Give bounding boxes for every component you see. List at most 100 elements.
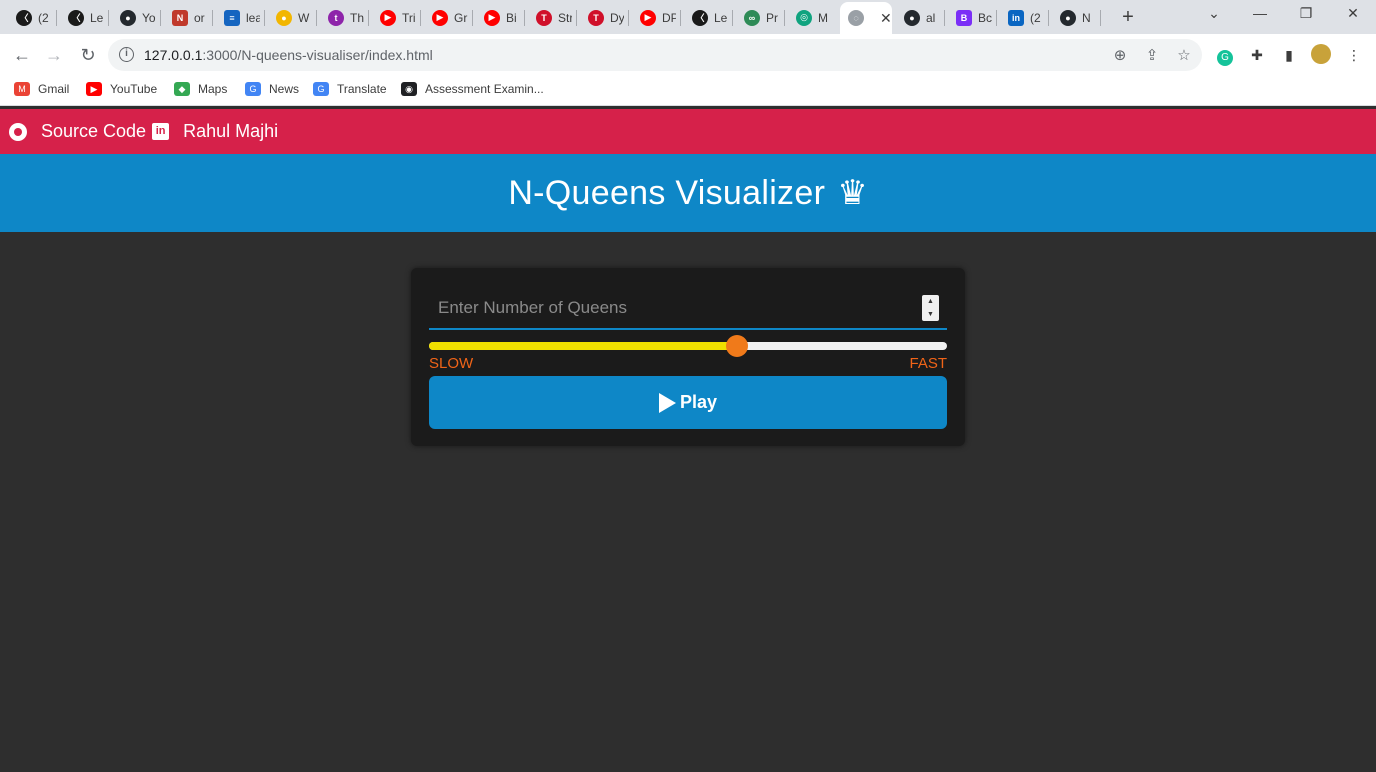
tab-separator: [944, 10, 945, 26]
tab-favicon-icon: ●: [276, 9, 292, 26]
speed-slider-fill: [429, 342, 738, 350]
browser-tab[interactable]: ∞ Pr: [736, 4, 780, 31]
tab-title: (2: [38, 10, 49, 25]
browser-toolbar: ← → ↻ i 127.0.0.1:3000/N-queens-visualis…: [0, 34, 1376, 76]
browser-tab[interactable]: ● W: [268, 4, 312, 31]
tab-separator: [108, 10, 109, 26]
browser-tab[interactable]: ▶ Tri: [372, 4, 416, 31]
browser-tab[interactable]: ◌ ✕: [840, 2, 892, 34]
bookmark-label: Assessment Examin...: [425, 82, 544, 96]
browser-tab[interactable]: Nor: [164, 4, 208, 31]
tab-title: DP: [662, 10, 676, 25]
tab-title: M: [818, 10, 828, 25]
bookmark-icon: G: [245, 82, 261, 96]
browser-tab[interactable]: ▶ DP: [632, 4, 676, 31]
tab-favicon-icon: T: [536, 9, 552, 26]
new-tab-button[interactable]: +: [1117, 6, 1139, 29]
profile-avatar[interactable]: [1310, 44, 1332, 66]
source-code-label: Source Code: [41, 121, 147, 141]
bookmark-item[interactable]: M Gmail: [14, 82, 69, 96]
tab-separator: [784, 10, 785, 26]
tab-title: Dy: [610, 10, 624, 25]
side-panel-icon[interactable]: ▮: [1278, 44, 1300, 66]
close-tab-icon[interactable]: ✕: [880, 10, 892, 27]
crown-icon: ♛: [837, 174, 868, 212]
browser-tab[interactable]: ● N: [1052, 4, 1096, 31]
source-code-link[interactable]: Source Code: [0, 121, 146, 142]
site-info-icon[interactable]: i: [119, 47, 134, 62]
browser-tab[interactable]: ◎ M: [788, 4, 832, 31]
zoom-icon[interactable]: ⊕: [1109, 45, 1131, 67]
share-icon[interactable]: ⇪: [1141, 45, 1163, 67]
browser-tab[interactable]: ● Yo: [112, 4, 156, 31]
browser-tab[interactable]: ● al: [896, 4, 940, 31]
tab-title: Bc: [978, 10, 992, 25]
page-header: N-Queens Visualizer ♛: [0, 154, 1376, 232]
grammarly-extension-icon[interactable]: G: [1214, 44, 1236, 66]
play-button[interactable]: Play: [429, 376, 947, 429]
tab-search-chevron-icon[interactable]: ⌄: [1199, 5, 1229, 22]
minimize-button[interactable]: —: [1245, 5, 1275, 21]
browser-tab[interactable]: B Bc: [948, 4, 992, 31]
bookmark-item[interactable]: G News: [245, 82, 299, 96]
number-spinner[interactable]: ▲ ▼: [922, 295, 939, 321]
tab-title: or: [194, 10, 205, 25]
tab-favicon-icon: ▶: [640, 9, 656, 26]
bookmark-item[interactable]: ▶ YouTube: [86, 82, 157, 96]
tab-favicon-icon: ▶: [484, 9, 500, 26]
browser-tab[interactable]: ≡ lea: [216, 4, 260, 31]
tab-favicon-icon: B: [956, 9, 972, 26]
bookmark-item[interactable]: G Translate: [313, 82, 387, 96]
github-icon: [9, 122, 27, 141]
spinner-down-icon[interactable]: ▼: [922, 308, 939, 321]
top-nav-bar: Source Code in Rahul Majhi: [0, 109, 1376, 154]
extensions-puzzle-icon[interactable]: ✚: [1246, 44, 1268, 66]
browser-tab[interactable]: t Th: [320, 4, 364, 31]
tab-title: Gr: [454, 10, 468, 25]
tab-title: Pr: [766, 10, 778, 25]
tab-favicon-icon: 〈: [16, 9, 32, 26]
queens-number-input[interactable]: [429, 288, 947, 330]
browser-tab-strip: + ⌄ — ❐ ✕ 〈 (2 〈 Le ● Yo Nor ≡ lea ● Wt Th ▶ Tri ▶ Gr ▶ B…: [0, 0, 1376, 34]
bookmark-item[interactable]: ◆ Maps: [174, 82, 227, 96]
forward-button[interactable]: →: [42, 43, 66, 67]
reload-button[interactable]: ↻: [76, 43, 100, 67]
tab-separator: [524, 10, 525, 26]
speed-slider[interactable]: [429, 335, 947, 357]
browser-tab[interactable]: in (2: [1000, 4, 1044, 31]
browser-tab[interactable]: T Dy: [580, 4, 624, 31]
play-icon: [658, 392, 676, 413]
author-label: Rahul Majhi: [183, 121, 279, 141]
browser-tab[interactable]: ▶ Bi: [476, 4, 520, 31]
tab-separator: [576, 10, 577, 26]
address-bar[interactable]: i 127.0.0.1:3000/N-queens-visualiser/ind…: [108, 39, 1202, 71]
bookmark-label: Maps: [198, 82, 228, 96]
spinner-up-icon[interactable]: ▲: [922, 295, 939, 308]
bookmark-icon: ◉: [401, 82, 417, 96]
bookmark-item[interactable]: ◉ Assessment Examin...: [401, 82, 544, 96]
browser-tab[interactable]: 〈 Le: [60, 4, 104, 31]
restore-button[interactable]: ❐: [1291, 5, 1321, 22]
browser-tab[interactable]: T Str: [528, 4, 572, 31]
tab-separator: [56, 10, 57, 26]
bookmark-label: Gmail: [38, 82, 70, 96]
browser-tab[interactable]: 〈 (2: [8, 4, 52, 31]
tab-separator: [160, 10, 161, 26]
tab-separator: [472, 10, 473, 26]
browser-tab[interactable]: 〈 Le: [684, 4, 728, 31]
controls-panel: ▲ ▼ SLOW FAST Play: [411, 268, 965, 446]
tab-favicon-icon: in: [1008, 9, 1024, 26]
browser-tab[interactable]: ▶ Gr: [424, 4, 468, 31]
tab-title: N: [1082, 10, 1091, 25]
browser-menu-icon[interactable]: ⋮: [1343, 44, 1365, 66]
bookmark-star-icon[interactable]: ☆: [1173, 45, 1195, 67]
tab-separator: [732, 10, 733, 26]
bookmark-icon: ▶: [86, 82, 102, 96]
close-window-button[interactable]: ✕: [1338, 5, 1368, 22]
back-button[interactable]: ←: [10, 43, 34, 67]
tab-favicon-icon: ≡: [224, 9, 240, 26]
author-link[interactable]: in Rahul Majhi: [146, 121, 278, 142]
speed-slider-thumb[interactable]: [726, 335, 749, 357]
tab-separator: [1048, 10, 1049, 26]
tab-favicon-icon: ◌: [848, 10, 864, 26]
